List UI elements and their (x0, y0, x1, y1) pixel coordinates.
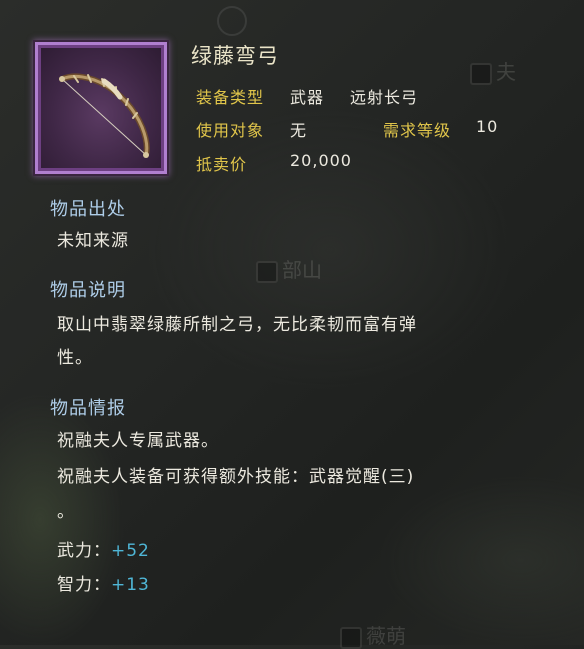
map-seal-icon (256, 260, 278, 283)
attr-value: +52 (111, 541, 150, 561)
info-line-1: 祝融夫人专属武器。 (57, 431, 219, 451)
description-line-1: 取山中翡翠绿藤所制之弓，无比柔韧而富有弹 (57, 315, 417, 335)
info-line-3: 。 (57, 502, 75, 522)
attr-label: 武力： (57, 541, 111, 561)
sell-price-value: 20,000 (290, 151, 352, 170)
level-req-value: 10 (476, 117, 499, 136)
map-label-fu: 夫 (470, 56, 516, 85)
equip-type-label: 装备类型 (196, 88, 265, 107)
equip-type-value: 武器 (290, 88, 325, 107)
map-seal-icon (470, 62, 492, 85)
attr-row-strength: 武力：+52 (57, 536, 150, 561)
info-section-title: 物品情报 (50, 398, 126, 419)
attr-row-intelligence: 智力：+13 (57, 570, 150, 595)
user-label: 使用对象 (196, 121, 265, 140)
attr-value: +13 (111, 575, 150, 595)
map-label-bushan: 部山 (256, 254, 322, 283)
level-req-label: 需求等级 (383, 121, 452, 140)
equip-subtype-value: 远射长弓 (350, 88, 419, 107)
sell-price-label: 抵卖价 (196, 155, 248, 174)
description-line-2: 性。 (57, 348, 93, 368)
map-circle-marker (217, 6, 247, 36)
map-seal-icon (340, 626, 362, 649)
description-section-title: 物品说明 (50, 280, 126, 301)
user-value: 无 (290, 121, 308, 140)
origin-text: 未知来源 (57, 231, 129, 251)
attr-label: 智力： (57, 575, 111, 595)
info-line-2: 祝融夫人装备可获得额外技能：武器觉醒(三) (57, 467, 415, 487)
item-name: 绿藤弯弓 (191, 44, 279, 68)
origin-section-title: 物品出处 (50, 199, 126, 220)
bow-icon (59, 73, 150, 158)
item-icon-frame (35, 42, 167, 174)
